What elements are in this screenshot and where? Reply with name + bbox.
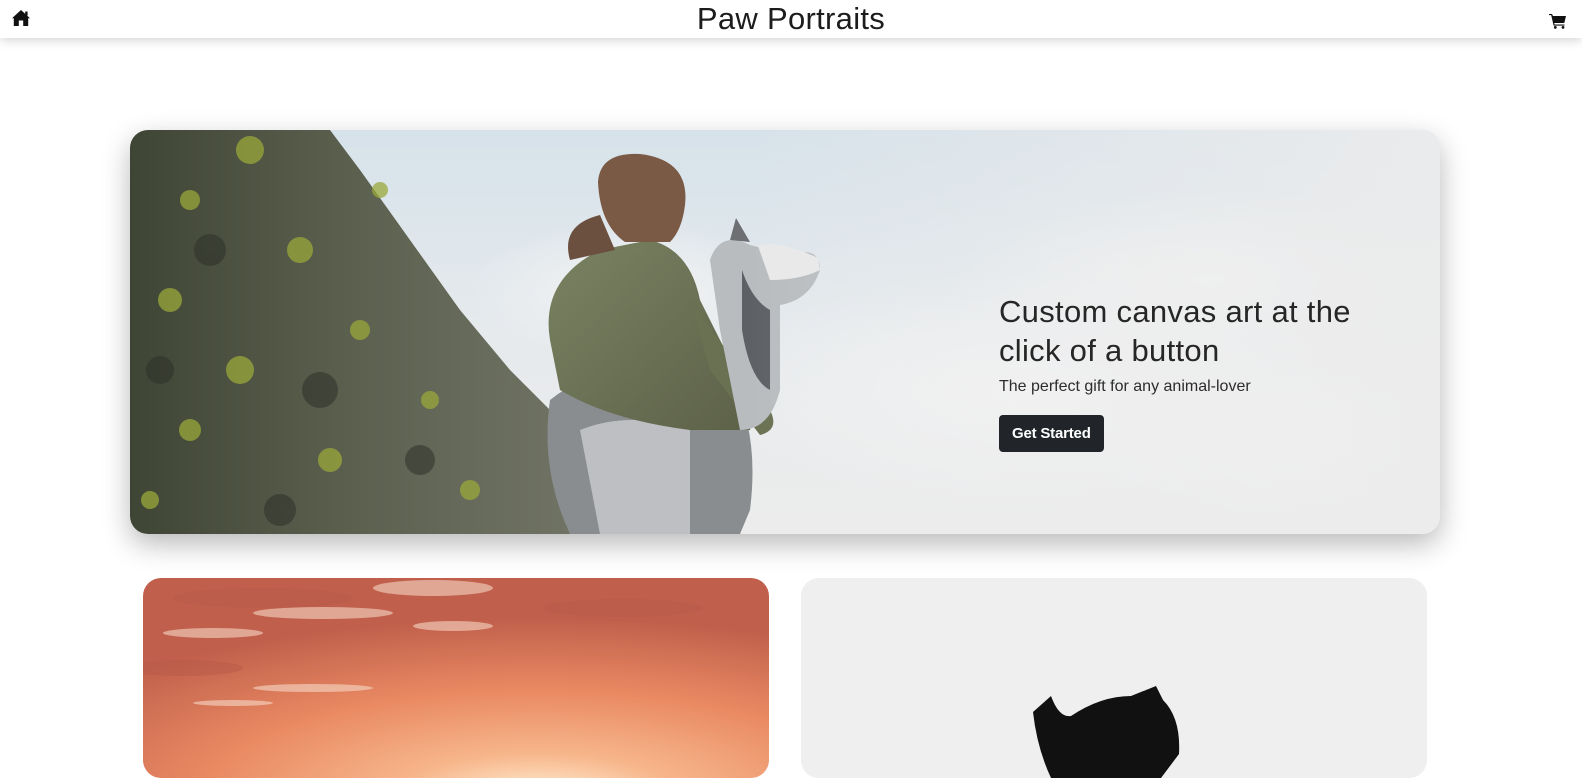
top-navbar: Paw Portraits: [0, 0, 1582, 38]
product-card-sunset[interactable]: [143, 578, 769, 778]
product-card-cat[interactable]: [801, 578, 1427, 778]
hero-subtitle: The perfect gift for any animal-lover: [999, 378, 1251, 395]
get-started-button[interactable]: Get Started: [999, 415, 1104, 452]
hero-banner: Custom canvas art at the click of a butt…: [130, 130, 1440, 534]
hero-text-block: Custom canvas art at the click of a butt…: [999, 292, 1379, 452]
hero-heading: Custom canvas art at the click of a butt…: [999, 294, 1351, 368]
site-title[interactable]: Paw Portraits: [0, 2, 1582, 36]
sunset-sky-image: [143, 578, 769, 778]
shopping-cart-icon[interactable]: [1549, 13, 1567, 29]
black-cat-image: [801, 578, 1427, 778]
